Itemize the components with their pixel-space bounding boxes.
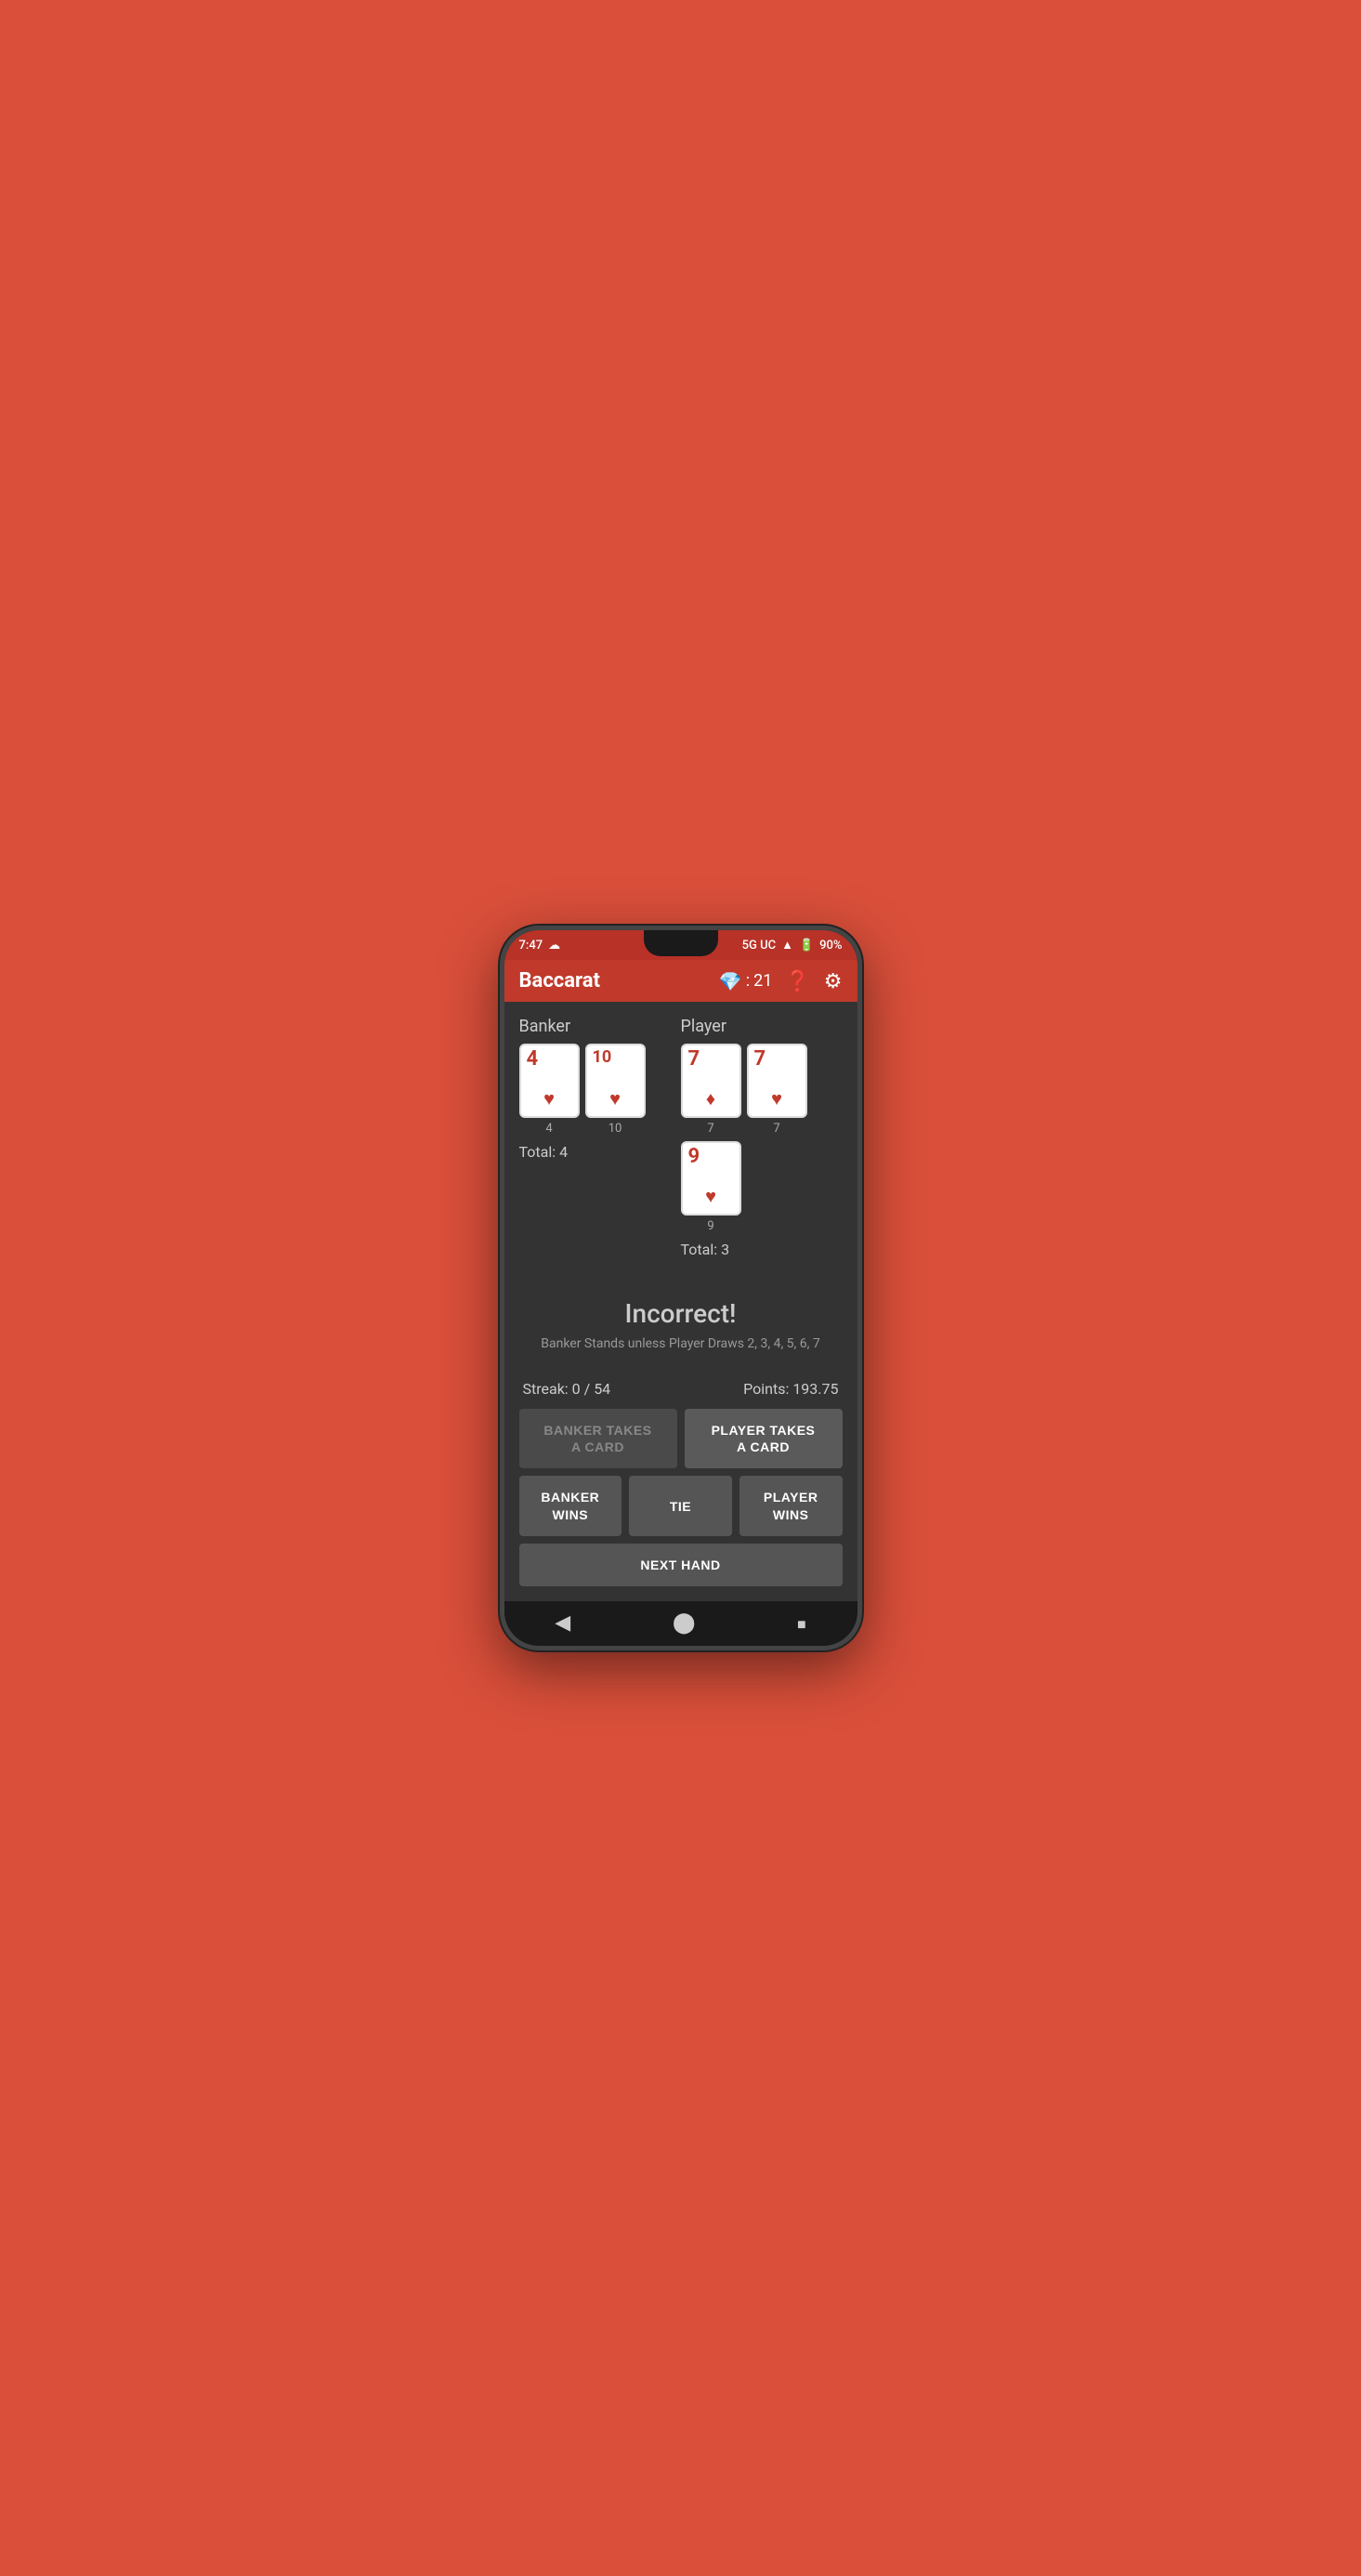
- battery-icon: 🔋: [799, 939, 814, 953]
- player-hand: Player 7 ♦ 7 7 ♥ 7: [681, 1017, 843, 1258]
- player-label: Player: [681, 1017, 843, 1036]
- player-card-3-value: 9: [688, 1147, 700, 1167]
- banker-card-2-value: 10: [593, 1049, 612, 1066]
- banker-total-value: 4: [559, 1143, 568, 1161]
- next-hand-button[interactable]: NEXT HAND: [519, 1544, 843, 1586]
- settings-icon: ⚙: [824, 969, 843, 992]
- colon-separator: :: [746, 971, 750, 991]
- player-card-3-num: 9: [707, 1219, 713, 1233]
- player-card-3-suit: ♥: [705, 1185, 716, 1208]
- banker-card-1-value: 4: [527, 1049, 539, 1070]
- gem-value: 21: [753, 971, 772, 991]
- result-title: Incorrect!: [625, 1298, 737, 1329]
- next-hand-row: NEXT HAND: [519, 1544, 843, 1586]
- streak-label: Streak:: [523, 1380, 569, 1398]
- banker-card-2-col: 10 ♥ 10: [585, 1044, 646, 1136]
- hands-row: Banker 4 ♥ 4 10 ♥ 10: [519, 1017, 843, 1258]
- home-nav-button[interactable]: ⬤: [673, 1610, 696, 1635]
- app-title: Baccarat: [519, 969, 600, 992]
- help-icon: ❓: [785, 969, 810, 992]
- notch: [644, 930, 718, 956]
- points-display: Points: 193.75: [743, 1380, 838, 1398]
- banker-card-1-num: 4: [545, 1122, 552, 1136]
- help-button[interactable]: ❓: [785, 971, 810, 992]
- banker-takes-card-button[interactable]: BANKER TAKESA CARD: [519, 1409, 677, 1468]
- phone-frame: 7:47 ☁ 5G UC ▲ 🔋 90% Baccarat 💎 : 21 ❓ ⚙: [500, 926, 862, 1650]
- buttons-area: BANKER TAKESA CARD PLAYER TAKESA CARD BA…: [519, 1409, 843, 1586]
- streak-display: Streak: 0 / 54: [523, 1380, 611, 1398]
- banker-total: Total: 4: [519, 1143, 681, 1161]
- player-card-2-suit: ♥: [771, 1087, 782, 1111]
- player-card-2-col: 7 ♥ 7: [747, 1044, 807, 1136]
- banker-hand: Banker 4 ♥ 4 10 ♥ 10: [519, 1017, 681, 1258]
- player-total-label: Total:: [681, 1241, 718, 1258]
- stats-row: Streak: 0 / 54 Points: 193.75: [519, 1380, 843, 1398]
- player-cards: 7 ♦ 7 7 ♥ 7 9: [681, 1044, 843, 1233]
- player-card-1-num: 7: [707, 1122, 713, 1136]
- status-left: 7:47 ☁: [519, 939, 561, 953]
- app-bar: Baccarat 💎 : 21 ❓ ⚙: [504, 960, 857, 1002]
- banker-cards: 4 ♥ 4 10 ♥ 10: [519, 1044, 681, 1136]
- recent-square-icon: ■: [797, 1617, 806, 1633]
- banker-card-1: 4 ♥: [519, 1044, 580, 1118]
- banker-card-2-num: 10: [609, 1122, 622, 1136]
- nav-bar: ◀ ⬤ ■: [504, 1601, 857, 1646]
- points-value: 193.75: [792, 1380, 838, 1398]
- recent-nav-button[interactable]: ■: [797, 1610, 806, 1635]
- back-nav-button[interactable]: ◀: [555, 1610, 570, 1635]
- points-label: Points:: [743, 1380, 789, 1398]
- banker-label: Banker: [519, 1017, 681, 1036]
- player-card-2-num: 7: [773, 1122, 779, 1136]
- player-card-1: 7 ♦: [681, 1044, 741, 1118]
- outcome-row: BANKERWINS TIE PLAYERWINS: [519, 1476, 843, 1535]
- banker-card-1-suit: ♥: [543, 1087, 555, 1111]
- signal-icon: ▲: [781, 938, 793, 953]
- banker-card-2: 10 ♥: [585, 1044, 646, 1118]
- takes-card-row: BANKER TAKESA CARD PLAYER TAKESA CARD: [519, 1409, 843, 1468]
- app-bar-right: 💎 : 21 ❓ ⚙: [719, 970, 843, 992]
- player-total: Total: 3: [681, 1241, 843, 1258]
- player-card-3: 9 ♥: [681, 1141, 741, 1216]
- home-circle-icon: ⬤: [673, 1610, 696, 1634]
- battery-level: 90%: [819, 939, 842, 953]
- banker-card-1-col: 4 ♥ 4: [519, 1044, 580, 1136]
- gem-icon: 💎: [719, 970, 742, 992]
- main-content: Banker 4 ♥ 4 10 ♥ 10: [504, 1002, 857, 1601]
- banker-total-label: Total:: [519, 1143, 556, 1161]
- result-subtitle: Banker Stands unless Player Draws 2, 3, …: [541, 1336, 819, 1351]
- cloud-icon: ☁: [548, 939, 560, 953]
- player-takes-card-button[interactable]: PLAYER TAKESA CARD: [685, 1409, 843, 1468]
- player-wins-button[interactable]: PLAYERWINS: [739, 1476, 843, 1535]
- player-card-1-suit: ♦: [706, 1087, 715, 1111]
- banker-card-2-suit: ♥: [609, 1087, 621, 1111]
- player-card-2: 7 ♥: [747, 1044, 807, 1118]
- status-right: 5G UC ▲ 🔋 90%: [742, 938, 843, 953]
- settings-button[interactable]: ⚙: [824, 971, 843, 992]
- gem-score-display: 💎 : 21: [719, 970, 773, 992]
- streak-value: 0 / 54: [572, 1380, 611, 1398]
- player-card-1-col: 7 ♦ 7: [681, 1044, 741, 1136]
- time-display: 7:47: [519, 939, 543, 953]
- banker-wins-button[interactable]: BANKERWINS: [519, 1476, 622, 1535]
- result-area: Incorrect! Banker Stands unless Player D…: [519, 1269, 843, 1380]
- player-total-value: 3: [721, 1241, 729, 1258]
- player-card-3-col: 9 ♥ 9: [681, 1141, 741, 1233]
- tie-button[interactable]: TIE: [629, 1476, 732, 1535]
- network-label: 5G UC: [742, 939, 776, 953]
- player-card-1-value: 7: [688, 1049, 700, 1070]
- player-card-2-value: 7: [754, 1049, 766, 1070]
